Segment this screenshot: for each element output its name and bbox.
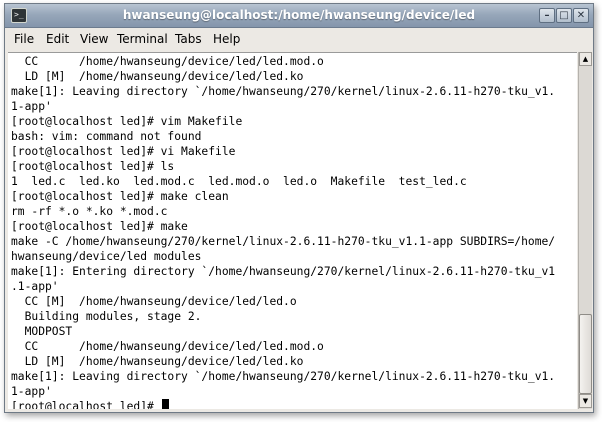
scroll-up-arrow-icon[interactable]: ▲ [579, 52, 592, 66]
shell-prompt: [root@localhost led]# [11, 400, 161, 409]
scrollbar-thumb[interactable] [579, 314, 592, 394]
terminal-line: .1-app' [11, 280, 59, 293]
minimize-button[interactable]: – [539, 8, 555, 23]
menu-help[interactable]: Help [213, 31, 240, 47]
terminal-line: Building modules, stage 2. [11, 310, 202, 323]
window-title: hwanseung@localhost:/home/hwanseung/devi… [122, 8, 476, 22]
terminal-line: [root@localhost led]# vi Makefile [11, 145, 236, 158]
terminal-window: >_ hwanseung@localhost:/home/hwanseung/d… [4, 3, 594, 413]
terminal-line: MODPOST [11, 325, 73, 338]
terminal-line: hwanseung/device/led modules [11, 250, 202, 263]
terminal-line: [root@localhost led]# vim Makefile [11, 115, 243, 128]
terminal-line: [root@localhost led]# make clean [11, 190, 229, 203]
close-button[interactable]: ✕ [573, 8, 589, 23]
menu-bar: File Edit View Terminal Tabs Help [5, 28, 593, 50]
terminal-line: CC /home/hwanseung/device/led/led.mod.o [11, 55, 324, 68]
terminal-line: make -C /home/hwanseung/270/kernel/linux… [11, 235, 556, 248]
terminal-line: make[1]: Leaving directory `/home/hwanse… [11, 370, 556, 383]
scroll-down-arrow-icon[interactable]: ▼ [579, 394, 592, 408]
terminal-prompt-line[interactable]: [root@localhost led]# [11, 399, 169, 409]
terminal-line: make[1]: Leaving directory `/home/hwanse… [11, 85, 556, 98]
menu-tabs[interactable]: Tabs [175, 31, 202, 47]
menu-view[interactable]: View [80, 31, 108, 47]
menu-terminal[interactable]: Terminal [117, 31, 168, 47]
terminal-line: CC /home/hwanseung/device/led/led.mod.o [11, 340, 324, 353]
text-cursor [161, 399, 169, 409]
menu-edit[interactable]: Edit [46, 31, 69, 47]
terminal-line: [root@localhost led]# make [11, 220, 188, 233]
title-bar[interactable]: >_ hwanseung@localhost:/home/hwanseung/d… [5, 4, 593, 28]
terminal-line: rm -rf *.o *.ko *.mod.c [11, 205, 168, 218]
menu-file[interactable]: File [14, 31, 34, 47]
terminal-line: LD [M] /home/hwanseung/device/led/led.ko [11, 70, 304, 83]
maximize-button[interactable]: □ [556, 8, 572, 23]
terminal-line: bash: vim: command not found [11, 130, 202, 143]
terminal-output[interactable]: CC /home/hwanseung/device/led/led.mod.o … [8, 52, 577, 409]
terminal-line: CC [M] /home/hwanseung/device/led/led.o [11, 295, 297, 308]
vertical-scrollbar[interactable]: ▲ ▼ [578, 52, 592, 409]
terminal-line: 1-app' [11, 100, 52, 113]
terminal-line: LD [M] /home/hwanseung/device/led/led.ko [11, 355, 304, 368]
terminal-line: [root@localhost led]# ls [11, 160, 175, 173]
terminal-line: 1-app' [11, 385, 52, 398]
terminal-line: 1 led.c led.ko led.mod.c led.mod.o led.o… [11, 175, 467, 188]
terminal-line: make[1]: Entering directory `/home/hwans… [11, 265, 556, 278]
